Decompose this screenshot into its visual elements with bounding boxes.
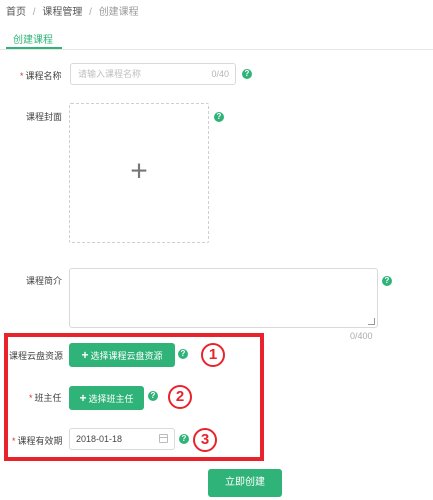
breadcrumb-section[interactable]: 课程管理	[42, 7, 82, 18]
tab-create-course[interactable]: 创建课程	[13, 31, 53, 46]
breadcrumb-current: 创建课程	[98, 7, 139, 18]
cover-upload-area[interactable]: +	[69, 103, 209, 243]
intro-label: 课程简介	[26, 276, 63, 286]
select-cloud-resource-button[interactable]: + 选择课程云盘资源	[69, 343, 175, 367]
breadcrumb-separator: /	[89, 7, 92, 18]
breadcrumb-home[interactable]: 首页	[6, 7, 26, 18]
help-icon[interactable]: ?	[242, 69, 252, 79]
help-icon[interactable]: ?	[178, 349, 188, 359]
course-name-placeholder: 请输入课程名称	[78, 69, 142, 79]
cloud-resource-label: 课程云盘资源	[9, 351, 64, 361]
cover-label: 课程封面	[26, 112, 63, 122]
required-mark: *	[29, 393, 33, 403]
help-icon[interactable]: ?	[148, 391, 158, 401]
validity-date-picker[interactable]: 2018-01-18	[69, 428, 175, 450]
plus-icon: +	[81, 348, 89, 362]
course-name-input[interactable]: 请输入课程名称 0/40	[70, 63, 236, 85]
tab-divider	[0, 49, 433, 50]
select-teacher-button[interactable]: + 选择班主任	[69, 386, 144, 410]
help-icon[interactable]: ?	[382, 276, 392, 286]
validity-date-value: 2018-01-18	[76, 434, 123, 444]
required-mark: *	[12, 436, 16, 446]
breadcrumb: 首页 / 课程管理 / 创建课程	[6, 3, 139, 18]
annotation-marker-1: 1	[201, 343, 225, 367]
breadcrumb-separator: /	[32, 7, 36, 18]
course-name-label: * 课程名称	[20, 71, 62, 81]
help-icon[interactable]: ?	[179, 434, 189, 444]
create-submit-button[interactable]: 立即创建	[208, 469, 282, 497]
intro-counter: 0/400	[350, 331, 373, 341]
validity-label: * 课程有效期	[12, 436, 63, 446]
annotation-marker-2: 2	[168, 385, 192, 409]
course-name-counter: 0/40	[211, 69, 229, 79]
help-icon[interactable]: ?	[214, 112, 224, 122]
required-mark: *	[20, 71, 24, 81]
teacher-label: * 班主任	[29, 393, 62, 403]
calendar-icon[interactable]	[159, 434, 168, 443]
intro-textarea[interactable]	[69, 268, 378, 328]
plus-icon: +	[79, 391, 87, 405]
resize-handle-icon[interactable]	[368, 318, 375, 325]
plus-icon: +	[130, 154, 148, 188]
annotation-marker-3: 3	[193, 428, 217, 452]
